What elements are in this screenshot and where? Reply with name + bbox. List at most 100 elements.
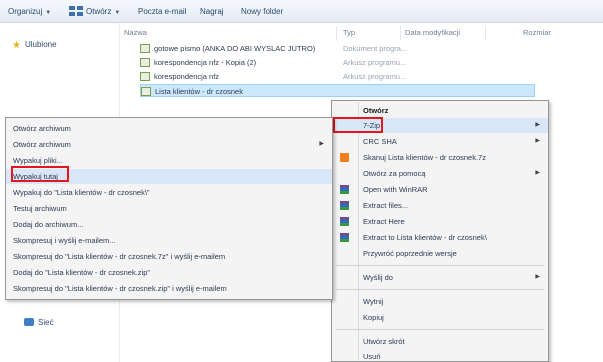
- menu-item-extract-to[interactable]: Extract to Lista klientów - dr czosnek\: [332, 230, 548, 245]
- highlight-box-7zip: [333, 117, 383, 133]
- chevron-down-icon: ▼: [114, 10, 121, 16]
- file-type: Dokument progra...: [343, 44, 408, 53]
- submenu-arrow-icon: ▶: [535, 274, 540, 280]
- submenu-item-label: Testuj archiwum: [13, 204, 67, 213]
- submenu-arrow-icon: ▶: [535, 138, 540, 144]
- submenu-item-label: Dodaj do "Lista klientów - dr czosnek.zi…: [13, 268, 151, 277]
- spreadsheet-file-icon: [140, 58, 150, 67]
- menu-item-label: Przywróć poprzednie wersje: [363, 249, 457, 258]
- menu-item-label: Extract files...: [363, 201, 409, 210]
- highlight-box-extract-here: [11, 166, 69, 182]
- menu-item-label: Wytnij: [363, 297, 384, 306]
- file-row-selected[interactable]: Lista klientów - dr czosnek: [140, 84, 535, 97]
- file-name: korespondencja nfz: [154, 72, 220, 81]
- submenu-item[interactable]: Testuj archiwum: [6, 201, 332, 216]
- burn-button[interactable]: Nagraj: [200, 6, 224, 18]
- submenu-item[interactable]: Skompresuj i wyślij e-mailem...: [6, 233, 332, 248]
- command-bar: Organizuj ▼ Otwórz ▼ Poczta e-mail Nagraj …: [0, 0, 603, 23]
- favorites-label: Ulubione: [24, 40, 57, 49]
- views-button[interactable]: Otwórz ▼: [69, 6, 120, 18]
- context-menu: Otwórz 7-Zip ▶ CRC SHA ▶ Skanuj Lista klie…: [331, 100, 549, 362]
- favorites-nav-item[interactable]: ★ Ulubione: [12, 40, 57, 51]
- file-name: gotowe pismo (ANKA DO ABI WYSLAC JUTRO): [154, 44, 316, 53]
- column-divider[interactable]: [485, 26, 486, 40]
- menu-item-label: Kopiuj: [363, 313, 384, 322]
- menu-item-label: Utwórz skrót: [363, 337, 405, 346]
- 7zip-icon: [340, 153, 349, 162]
- submenu-item[interactable]: Otwórz archiwum ▶: [6, 137, 332, 152]
- column-header-date[interactable]: Data modyfikacji: [405, 28, 460, 37]
- submenu-arrow-icon: ▶: [535, 170, 540, 176]
- menu-item-create-shortcut[interactable]: Utwórz skrót: [332, 334, 548, 349]
- menu-item-label: Usuń: [363, 352, 381, 361]
- winrar-icon: [340, 201, 349, 210]
- star-icon: ★: [12, 40, 21, 51]
- menu-item-extract-here[interactable]: Extract Here: [332, 214, 548, 229]
- winrar-icon: [340, 185, 349, 194]
- new-folder-button[interactable]: Nowy folder: [241, 6, 283, 18]
- menu-item-label: Wyślij do: [363, 273, 393, 282]
- submenu-arrow-icon: ▶: [319, 141, 324, 147]
- network-icon: [24, 318, 34, 326]
- menu-item-open[interactable]: Otwórz: [332, 103, 548, 118]
- winrar-icon: [340, 217, 349, 226]
- spreadsheet-file-icon: [140, 72, 150, 81]
- winrar-icon: [340, 233, 349, 242]
- menu-separator: [336, 265, 544, 266]
- submenu-arrow-icon: ▶: [535, 122, 540, 128]
- menu-item-open-with[interactable]: Otwórz za pomocą ▶: [332, 166, 548, 181]
- menu-item-send-to[interactable]: Wyślij do ▶: [332, 270, 548, 285]
- spreadsheet-file-icon: [140, 44, 150, 53]
- menu-item-extract-files[interactable]: Extract files...: [332, 198, 548, 213]
- file-type: Arkusz programu...: [343, 58, 407, 67]
- submenu-item[interactable]: Skompresuj do "Lista klientów - dr czosn…: [6, 281, 332, 296]
- submenu-item[interactable]: Otwórz archiwum: [6, 121, 332, 136]
- submenu-item[interactable]: Wypakuj do "Lista klientów - dr czosnek\…: [6, 185, 332, 200]
- submenu-item-label: Skompresuj do "Lista klientów - dr czosn…: [13, 284, 227, 293]
- file-row[interactable]: gotowe pismo (ANKA DO ABI WYSLAC JUTRO) …: [140, 42, 535, 55]
- column-divider[interactable]: [336, 26, 337, 40]
- submenu-item-label: Skompresuj do "Lista klientów - dr czosn…: [13, 252, 226, 261]
- column-header-type[interactable]: Typ: [343, 28, 355, 37]
- menu-item-copy[interactable]: Kopiuj: [332, 310, 548, 325]
- submenu-item-label: Wypakuj do "Lista klientów - dr czosnek\…: [13, 188, 150, 197]
- menu-item-label: Skanuj Lista klientów - dr czosnek.7z: [363, 153, 486, 162]
- menu-separator: [336, 329, 544, 330]
- share-email-button[interactable]: Poczta e-mail: [138, 6, 186, 18]
- menu-item-restore-versions[interactable]: Przywróć poprzednie wersje: [332, 246, 548, 261]
- menu-item-label: Extract Here: [363, 217, 405, 226]
- spreadsheet-file-icon: [141, 87, 151, 96]
- menu-item-label: CRC SHA: [363, 137, 397, 146]
- submenu-item[interactable]: Dodaj do "Lista klientów - dr czosnek.zi…: [6, 265, 332, 280]
- chevron-down-icon: ▼: [45, 10, 52, 16]
- file-name: Lista klientów - dr czosnek: [155, 87, 243, 96]
- menu-item-delete[interactable]: Usuń: [332, 349, 548, 362]
- menu-item-crc-sha[interactable]: CRC SHA ▶: [332, 134, 548, 149]
- menu-item-label: Otwórz za pomocą: [363, 169, 426, 178]
- views-label: Otwórz: [86, 7, 112, 16]
- menu-item-label: Open with WinRAR: [363, 185, 428, 194]
- organize-label: Organizuj: [8, 7, 43, 16]
- network-nav-item[interactable]: Sieć: [24, 318, 54, 327]
- menu-item-label: Otwórz: [363, 106, 389, 115]
- file-name: korespondencja nfz - Kopia (2): [154, 58, 257, 67]
- organize-button[interactable]: Organizuj ▼: [8, 6, 51, 18]
- column-header-size[interactable]: Rozmiar: [523, 28, 551, 37]
- network-label: Sieć: [38, 318, 54, 327]
- submenu-item[interactable]: Skompresuj do "Lista klientów - dr czosn…: [6, 249, 332, 264]
- menu-item-label: Extract to Lista klientów - dr czosnek\: [363, 233, 487, 242]
- 7zip-submenu: Otwórz archiwum Otwórz archiwum ▶ Wypakuj…: [5, 117, 333, 300]
- submenu-item-label: Otwórz archiwum: [13, 140, 71, 149]
- submenu-item[interactable]: Dodaj do archiwum...: [6, 217, 332, 232]
- menu-item-cut[interactable]: Wytnij: [332, 294, 548, 309]
- menu-separator: [336, 289, 544, 290]
- file-row[interactable]: korespondencja nfz - Kopia (2) Arkusz pr…: [140, 56, 535, 69]
- file-row[interactable]: korespondencja nfz Arkusz programu...: [140, 70, 535, 83]
- menu-item-open-winrar[interactable]: Open with WinRAR: [332, 182, 548, 197]
- menu-item-compress-7z[interactable]: Skanuj Lista klientów - dr czosnek.7z: [332, 150, 548, 165]
- submenu-item-label: Otwórz archiwum: [13, 124, 71, 133]
- submenu-item-label: Dodaj do archiwum...: [13, 220, 84, 229]
- column-divider[interactable]: [400, 26, 401, 40]
- column-header-name[interactable]: Nazwa: [124, 28, 147, 37]
- submenu-item-label: Skompresuj i wyślij e-mailem...: [13, 236, 116, 245]
